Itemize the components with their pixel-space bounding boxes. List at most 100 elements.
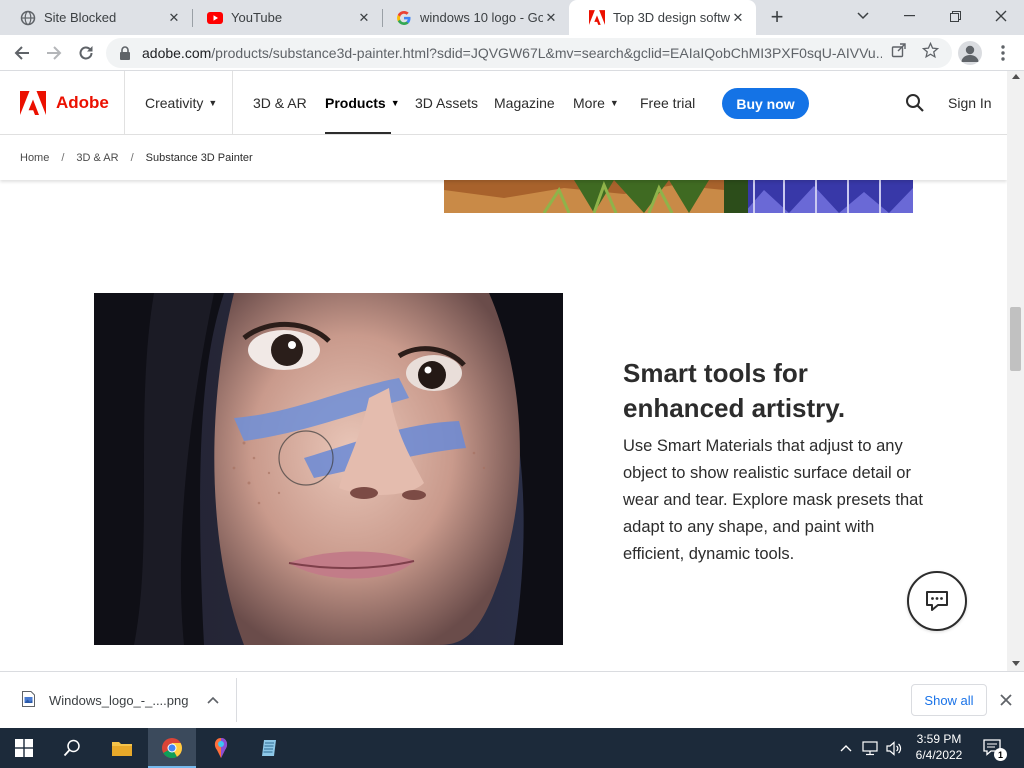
file-explorer-button[interactable] [98,728,146,768]
scrollbar-thumb[interactable] [1010,307,1021,371]
nav-3d-assets[interactable]: 3D Assets [415,95,478,111]
start-button[interactable] [0,728,48,768]
tab-title: Top 3D design softwar [613,10,730,25]
folder-icon [111,739,133,757]
new-tab-button[interactable]: + [764,4,790,30]
show-all-button[interactable]: Show all [911,684,987,716]
sign-in-link[interactable]: Sign In [948,95,992,111]
chrome-taskbar-button[interactable] [148,728,196,768]
volume-icon[interactable] [884,728,906,768]
section-body-text: Use Smart Materials that adjust to any o… [623,433,923,568]
globe-icon [20,10,36,26]
close-tab-icon[interactable]: ✕ [166,10,182,26]
adobe-wordmark: Adobe [56,93,109,113]
tab-title: windows 10 logo - Goo [420,10,543,25]
google-icon [396,10,412,26]
notepad-button[interactable] [246,728,294,768]
show-hidden-icons[interactable] [836,728,856,768]
tab-title: Site Blocked [44,10,166,25]
adobe-global-nav: Adobe Creativity▼ 3D & AR Products▼ 3D A… [0,71,1007,135]
nav-creativity[interactable]: Creativity ▼ [145,95,217,111]
clock-date: 6/4/2022 [912,747,966,763]
paint-3d-button[interactable] [197,728,245,768]
page-viewport: Adobe Creativity▼ 3D & AR Products▼ 3D A… [0,71,1007,671]
chevron-up-icon[interactable] [205,692,221,708]
chevron-down-icon: ▼ [208,98,217,108]
section-headline: Smart tools for enhanced artistry. [623,356,923,426]
system-clock[interactable]: 3:59 PM 6/4/2022 [912,731,966,763]
tab-adobe-active[interactable]: Top 3D design softwar ✕ [569,0,756,35]
address-bar[interactable]: adobe.com/products/substance3d-painter.h… [106,38,952,68]
tab-site-blocked[interactable]: Site Blocked ✕ [0,0,192,35]
image-file-icon [22,691,35,707]
url-host: adobe.com [142,45,211,61]
page-scrollbar[interactable] [1007,71,1024,671]
chat-bubble-icon [924,589,950,613]
share-icon[interactable] [890,41,908,59]
taskbar-search-button[interactable] [48,728,96,768]
nav-more[interactable]: More ▼ [573,95,619,111]
download-filename[interactable]: Windows_logo_-_....png [49,693,188,708]
profile-avatar[interactable] [958,41,982,65]
forward-button[interactable] [40,39,68,67]
tab-google-search[interactable]: windows 10 logo - Goo ✕ [376,0,569,35]
breadcrumb-separator: / [131,152,134,164]
paint-3d-icon [211,737,231,759]
nav-creativity-label: Creativity [145,95,203,111]
scroll-down-icon[interactable] [1012,661,1020,666]
breadcrumb-separator: / [61,152,64,164]
adobe-logo[interactable]: Adobe [20,91,109,115]
windows-taskbar: 3:59 PM 6/4/2022 1 [0,728,1024,768]
nav-3d-ar[interactable]: 3D & AR [253,95,307,111]
breadcrumb-current: Substance 3D Painter [146,152,253,164]
headline-line-2: enhanced artistry. [623,391,923,426]
chrome-icon [161,737,183,759]
lock-icon[interactable] [118,46,132,60]
close-window-button[interactable] [978,0,1024,32]
close-shelf-icon[interactable] [997,691,1015,709]
nav-free-trial[interactable]: Free trial [640,95,695,111]
back-button[interactable] [8,39,36,67]
chevron-down-icon: ▼ [610,98,619,108]
downloads-shelf: Windows_logo_-_....png Show all [0,671,1024,728]
bookmark-star-icon[interactable] [921,41,939,59]
active-nav-indicator [325,132,391,134]
tab-title: YouTube [231,10,356,25]
youtube-icon [207,10,223,26]
tab-youtube[interactable]: YouTube ✕ [187,0,382,35]
close-tab-icon[interactable]: ✕ [730,10,746,26]
breadcrumb: Home / 3D & AR / Substance 3D Painter [0,135,1007,180]
close-tab-icon[interactable]: ✕ [543,10,559,26]
notification-count-badge: 1 [994,748,1007,761]
windows-logo-icon [15,739,33,757]
clock-time: 3:59 PM [912,731,966,747]
restore-button[interactable] [932,0,978,32]
nav-divider [232,71,233,135]
network-icon[interactable] [860,728,882,768]
shelf-divider [236,678,237,722]
nav-products-label: Products [325,95,386,111]
tab-search-icon[interactable] [840,0,886,32]
breadcrumb-home[interactable]: Home [20,152,49,164]
adobe-icon [589,10,605,26]
minimize-button[interactable] [886,0,932,32]
character-portrait-image [94,293,563,645]
nav-more-label: More [573,95,605,111]
reload-button[interactable] [72,39,100,67]
adobe-logo-icon [20,91,46,115]
breadcrumb-section[interactable]: 3D & AR [76,152,118,164]
search-icon [63,739,81,757]
url-path: /products/substance3d-painter.html?sdid=… [211,45,882,61]
more-options-icon[interactable] [994,41,1012,65]
scroll-up-icon[interactable] [1012,74,1020,79]
tab-strip: Site Blocked ✕ YouTube ✕ windows 10 logo… [0,0,1024,35]
chat-button[interactable] [907,571,967,631]
buy-now-button[interactable]: Buy now [722,88,809,119]
search-icon[interactable] [905,93,925,113]
nav-products[interactable]: Products▼ [325,95,400,111]
landscape-scene-image [444,180,913,213]
nav-magazine[interactable]: Magazine [494,95,555,111]
notepad-icon [260,738,280,758]
url-text: adobe.com/products/substance3d-painter.h… [142,45,882,61]
close-tab-icon[interactable]: ✕ [356,10,372,26]
